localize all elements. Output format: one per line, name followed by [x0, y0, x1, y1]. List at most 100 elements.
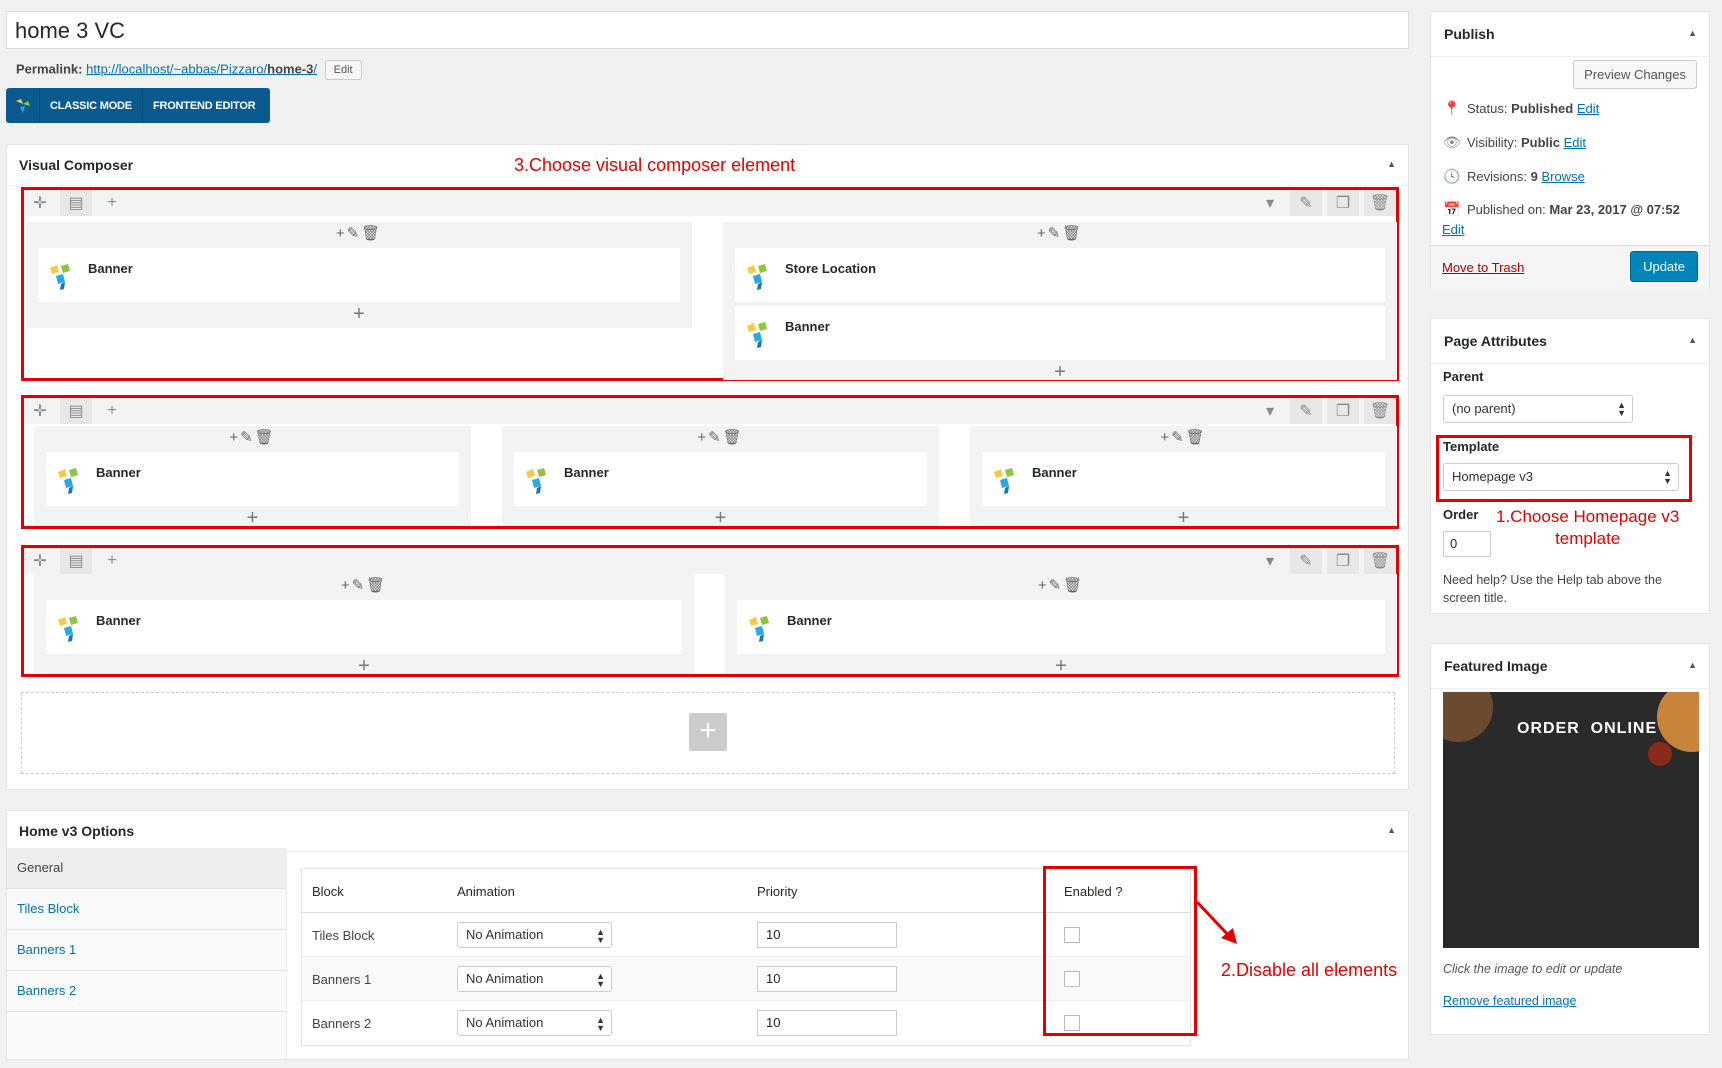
row-clone-icon[interactable]: ❐ [1327, 548, 1359, 574]
row-move-icon[interactable]: ✛ [24, 190, 56, 216]
priority-input[interactable]: 10 [757, 1010, 897, 1036]
post-title-input[interactable]: home 3 VC [6, 11, 1409, 49]
vc-element-label: Banner [96, 464, 141, 480]
vc-element-icon [56, 612, 86, 642]
collapse-icon[interactable]: ▲ [1688, 28, 1697, 38]
published-line: 📅 Published on: Mar 23, 2017 @ 07:52 [1443, 201, 1680, 217]
permalink-label: Permalink: [16, 61, 83, 77]
animation-select[interactable]: No Animation ▲ ▼ [457, 1010, 612, 1036]
image-text: ORDER ONLINE [1517, 720, 1658, 737]
preview-changes-button[interactable]: Preview Changes [1573, 60, 1697, 89]
update-button[interactable]: Update [1630, 251, 1698, 282]
column-add-element-icon[interactable]: + [725, 656, 1397, 676]
col-header-block: Block [312, 883, 344, 899]
column-controls[interactable]: +✎🗑 [26, 224, 692, 242]
column-add-element-icon[interactable]: + [34, 508, 471, 528]
featured-image-header[interactable]: Featured Image ▲ [1431, 644, 1709, 689]
row-add-column-icon[interactable]: + [96, 190, 128, 216]
row-delete-icon[interactable]: 🗑 [1364, 398, 1396, 424]
row-edit-icon[interactable]: ✎ [1290, 548, 1322, 574]
column-controls[interactable]: +✎🗑 [725, 576, 1397, 594]
column-add-element-icon[interactable]: + [970, 508, 1397, 528]
vc-element[interactable]: Banner [46, 452, 459, 506]
order-input[interactable]: 0 [1443, 531, 1491, 557]
vc-element[interactable]: Banner [46, 600, 682, 654]
row-layout-icon[interactable]: ▤ [60, 548, 92, 574]
vc-element[interactable]: Banner [38, 248, 680, 302]
annotation-enabled-box [1043, 866, 1197, 1036]
column-add-element-icon[interactable]: + [26, 304, 692, 324]
vc-element[interactable]: Banner [514, 452, 927, 506]
vc-element[interactable]: Store Location [735, 248, 1385, 302]
permalink-link[interactable]: http://localhost/~abbas/Pizzaro/home-3/ [86, 61, 317, 76]
row-add-column-icon[interactable]: + [96, 398, 128, 424]
row-delete-icon[interactable]: 🗑 [1364, 548, 1396, 574]
permalink-row: Permalink: http://localhost/~abbas/Pizza… [16, 60, 362, 80]
page-attributes-header[interactable]: Page Attributes ▲ [1431, 319, 1709, 364]
home-options-header[interactable]: Home v3 Options ▲ [7, 811, 1408, 852]
row-clone-icon[interactable]: ❐ [1327, 190, 1359, 216]
vc-row-2: ✛ ▤ + ▾ ✎ ❐ 🗑 +✎🗑 Banner + +✎🗑 Banner + … [21, 395, 1399, 529]
row-edit-icon[interactable]: ✎ [1290, 190, 1322, 216]
featured-image[interactable]: ORDER ONLINE [1443, 692, 1699, 948]
collapse-icon[interactable]: ▲ [1387, 159, 1396, 169]
tab-general[interactable]: General [7, 848, 287, 889]
row-delete-icon[interactable]: 🗑 [1364, 190, 1396, 216]
column-add-element-icon[interactable]: + [34, 656, 694, 676]
column-controls[interactable]: +✎🗑 [970, 428, 1397, 446]
row-edit-icon[interactable]: ✎ [1290, 398, 1322, 424]
row-toggle-icon[interactable]: ▾ [1254, 398, 1286, 424]
row-toggle-icon[interactable]: ▾ [1254, 548, 1286, 574]
classic-mode-button[interactable]: CLASSIC MODE [40, 88, 142, 123]
permalink-edit-button[interactable]: Edit [324, 60, 362, 80]
row-toggle-icon[interactable]: ▾ [1254, 190, 1286, 216]
priority-input[interactable]: 10 [757, 966, 897, 992]
vc-element[interactable]: Banner [735, 306, 1385, 360]
parent-label: Parent [1443, 369, 1484, 384]
row-add-column-icon[interactable]: + [96, 548, 128, 574]
vc-element-label: Store Location [785, 260, 877, 276]
vc-column: +✎🗑 Banner + [970, 426, 1397, 528]
parent-select[interactable]: (no parent) ▲ ▼ [1443, 395, 1633, 423]
animation-select[interactable]: No Animation ▲ ▼ [457, 922, 612, 948]
status-edit-link[interactable]: Edit [1577, 101, 1599, 116]
publish-header[interactable]: Publish ▲ [1431, 12, 1709, 57]
row-layout-icon[interactable]: ▤ [60, 398, 92, 424]
row-controls: ✛ ▤ + ▾ ✎ ❐ 🗑 [24, 398, 1396, 424]
priority-input[interactable]: 10 [757, 922, 897, 948]
column-add-element-icon[interactable]: + [502, 508, 939, 528]
vc-element-label: Banner [564, 464, 609, 480]
annotation-choose-template: 1.Choose Homepage v3 template [1496, 507, 1680, 548]
animation-select[interactable]: No Animation ▲ ▼ [457, 966, 612, 992]
row-move-icon[interactable]: ✛ [24, 398, 56, 424]
collapse-icon[interactable]: ▲ [1688, 660, 1697, 670]
add-element-button[interactable]: + [689, 713, 727, 751]
vc-column: +✎🗑 Banner + [34, 426, 471, 528]
move-to-trash-link[interactable]: Move to Trash [1442, 260, 1524, 275]
column-controls[interactable]: +✎🗑 [502, 428, 939, 446]
vc-element[interactable]: Banner [982, 452, 1385, 506]
column-controls[interactable]: +✎🗑 [34, 576, 694, 594]
tab-tiles-block[interactable]: Tiles Block [7, 889, 287, 930]
tab-banners-2[interactable]: Banners 2 [7, 971, 287, 1012]
remove-featured-image-link[interactable]: Remove featured image [1443, 994, 1576, 1008]
publish-box: Publish ▲ Preview Changes 📍 Status: Publis… [1430, 11, 1710, 289]
published-edit-link[interactable]: Edit [1442, 222, 1464, 237]
frontend-editor-button[interactable]: FRONTEND EDITOR [141, 88, 266, 123]
row-layout-icon[interactable]: ▤ [60, 190, 92, 216]
select-arrows-icon: ▲ ▼ [596, 927, 605, 945]
row-move-icon[interactable]: ✛ [24, 548, 56, 574]
row-clone-icon[interactable]: ❐ [1327, 398, 1359, 424]
collapse-icon[interactable]: ▲ [1688, 335, 1697, 345]
history-icon: 🕓 [1443, 168, 1461, 184]
column-controls[interactable]: +✎🗑 [723, 224, 1397, 242]
column-controls[interactable]: +✎🗑 [34, 428, 471, 446]
vc-element[interactable]: Banner [737, 600, 1385, 654]
vc-logo-icon[interactable] [6, 88, 40, 123]
collapse-icon[interactable]: ▲ [1387, 825, 1396, 835]
tab-banners-1[interactable]: Banners 1 [7, 930, 287, 971]
visibility-edit-link[interactable]: Edit [1564, 135, 1586, 150]
annotation-arrow-icon [1195, 900, 1237, 944]
column-add-element-icon[interactable]: + [723, 362, 1397, 382]
revisions-browse-link[interactable]: Browse [1541, 169, 1584, 184]
